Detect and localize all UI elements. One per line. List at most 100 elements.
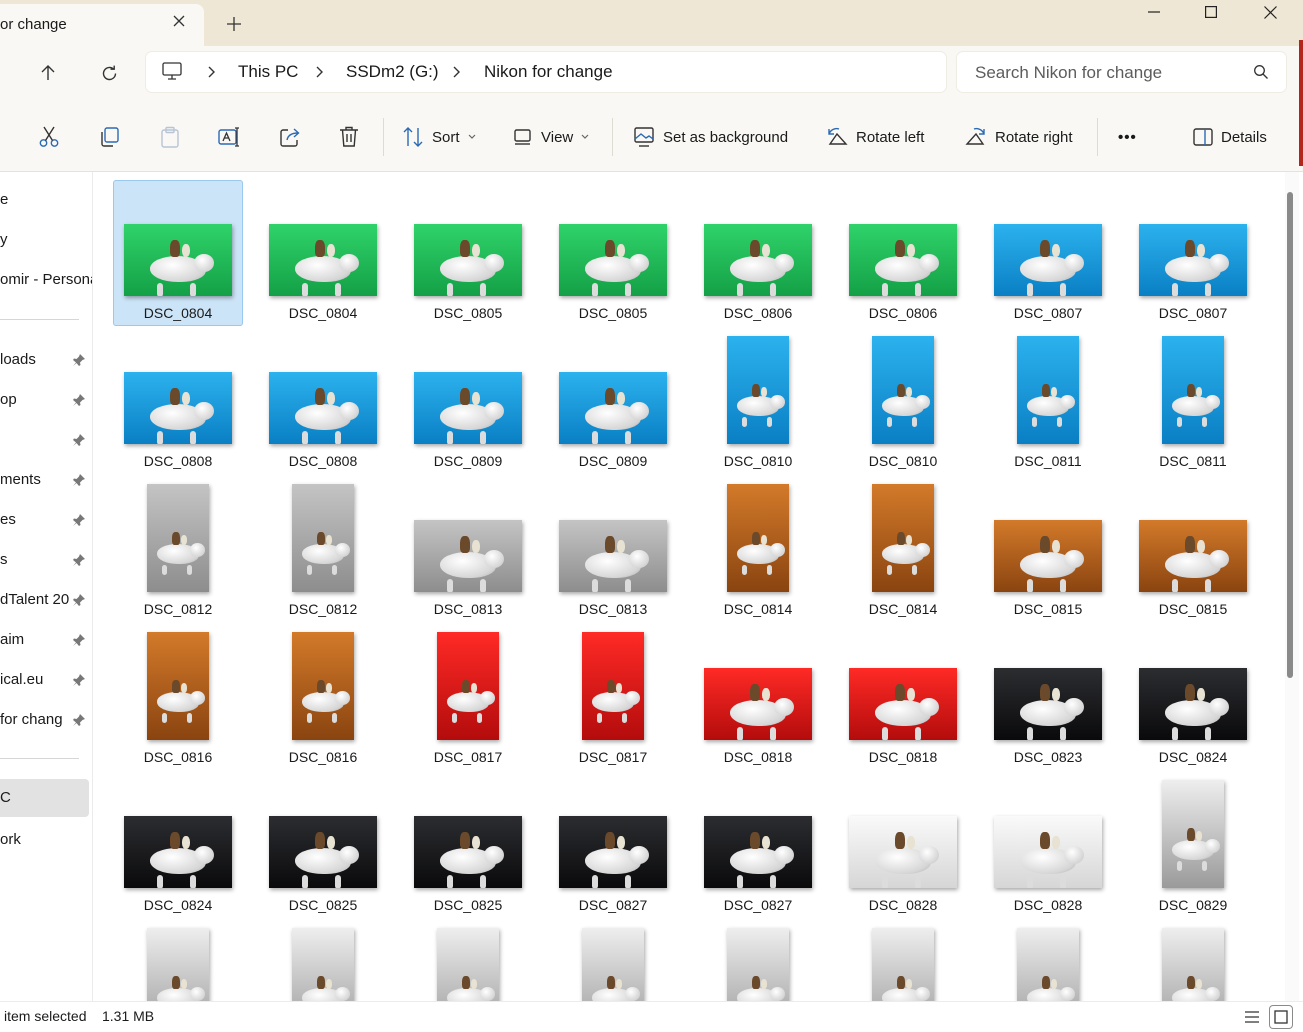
file-tile[interactable] [983, 920, 1113, 1001]
file-thumbnail[interactable] [872, 484, 934, 592]
file-tile[interactable] [693, 920, 823, 1001]
file-thumbnail[interactable] [704, 668, 812, 740]
search-box[interactable]: Search Nikon for change [957, 52, 1286, 92]
details-view-icon[interactable] [1241, 1006, 1263, 1028]
file-tile[interactable]: DSC_0804 [258, 180, 388, 326]
sidebar-item-network[interactable]: ork [0, 821, 89, 859]
sidebar-item-videos[interactable]: s [0, 541, 89, 579]
more-options-button[interactable]: ••• [1118, 120, 1137, 154]
search-icon[interactable] [1253, 64, 1271, 82]
file-thumbnail[interactable] [147, 632, 209, 740]
file-thumbnail[interactable] [559, 372, 667, 444]
details-button[interactable]: Details [1193, 120, 1267, 154]
file-tile[interactable]: DSC_0805 [403, 180, 533, 326]
large-icons-view-icon[interactable] [1270, 1006, 1292, 1028]
search-placeholder[interactable]: Search Nikon for change [975, 63, 1162, 83]
rotate-right-button[interactable]: Rotate right [965, 120, 1073, 154]
view-button[interactable]: View [513, 120, 589, 154]
file-tile[interactable]: DSC_0825 [258, 772, 388, 918]
file-tile[interactable]: DSC_0806 [693, 180, 823, 326]
file-thumbnail[interactable] [414, 520, 522, 592]
file-thumbnail[interactable] [147, 484, 209, 592]
scrollbar-thumb[interactable] [1287, 192, 1293, 678]
file-tile[interactable]: DSC_0804 [113, 180, 243, 326]
close-icon[interactable] [1241, 0, 1299, 24]
sidebar-item-ical[interactable]: ical.eu [0, 661, 89, 699]
file-thumbnail[interactable] [269, 816, 377, 888]
vertical-scrollbar[interactable] [1285, 172, 1299, 1001]
breadcrumb[interactable]: This PC SSDm2 (G:) Nikon for change [146, 52, 946, 92]
chevron-right-icon[interactable] [314, 64, 326, 80]
file-tile[interactable]: DSC_0827 [548, 772, 678, 918]
file-thumbnail[interactable] [1017, 928, 1079, 1001]
file-thumbnail[interactable] [124, 816, 232, 888]
file-thumbnail[interactable] [292, 928, 354, 1001]
maximize-icon[interactable] [1182, 0, 1240, 24]
file-tile[interactable]: DSC_0806 [838, 180, 968, 326]
pin-icon[interactable] [72, 393, 86, 407]
file-tile[interactable] [258, 920, 388, 1001]
sidebar-item-this-pc[interactable]: C [0, 779, 89, 817]
file-tile[interactable]: DSC_0814 [838, 476, 968, 622]
sort-button[interactable]: Sort [402, 120, 476, 154]
file-thumbnail[interactable] [414, 224, 522, 296]
file-tile[interactable]: DSC_0815 [1128, 476, 1258, 622]
file-thumbnail[interactable] [1017, 336, 1079, 444]
file-thumbnail[interactable] [994, 224, 1102, 296]
pin-icon[interactable] [72, 713, 86, 727]
file-thumbnail[interactable] [292, 632, 354, 740]
file-thumbnail[interactable] [1162, 336, 1224, 444]
set-as-background-button[interactable]: Set as background [633, 120, 788, 154]
sidebar-item-desktop[interactable]: op [0, 381, 89, 419]
share-icon[interactable] [279, 120, 301, 154]
file-tile[interactable]: DSC_0828 [838, 772, 968, 918]
file-tile[interactable] [403, 920, 533, 1001]
file-thumbnail[interactable] [147, 928, 209, 1001]
sidebar-item-aim[interactable]: aim [0, 621, 89, 659]
file-tile[interactable]: DSC_0817 [548, 624, 678, 770]
file-tile[interactable]: DSC_0808 [113, 328, 243, 474]
file-grid[interactable]: DSC_0804 DSC_0804 DSC_0805 DSC_0805 DSC_0806… [93, 172, 1285, 1001]
refresh-icon[interactable] [93, 58, 125, 88]
file-tile[interactable] [838, 920, 968, 1001]
tab-close-icon[interactable] [168, 10, 190, 32]
file-thumbnail[interactable] [872, 928, 934, 1001]
file-tile[interactable] [113, 920, 243, 1001]
file-thumbnail[interactable] [1139, 668, 1247, 740]
sidebar-item-pinned[interactable] [0, 421, 89, 459]
chevron-right-icon[interactable] [451, 64, 463, 80]
file-thumbnail[interactable] [414, 372, 522, 444]
file-thumbnail[interactable] [559, 224, 667, 296]
file-tile[interactable]: DSC_0809 [403, 328, 533, 474]
file-thumbnail[interactable] [872, 336, 934, 444]
sidebar-item-pictures[interactable]: es [0, 501, 89, 539]
file-tile[interactable]: DSC_0824 [1128, 624, 1258, 770]
file-tile[interactable]: DSC_0810 [838, 328, 968, 474]
file-tile[interactable]: DSC_0811 [1128, 328, 1258, 474]
file-tile[interactable]: DSC_0817 [403, 624, 533, 770]
file-tile[interactable]: DSC_0813 [403, 476, 533, 622]
this-pc-icon[interactable] [162, 62, 182, 85]
file-tile[interactable]: DSC_0828 [983, 772, 1113, 918]
file-thumbnail[interactable] [994, 520, 1102, 592]
file-tile[interactable]: DSC_0823 [983, 624, 1113, 770]
pin-icon[interactable] [72, 353, 86, 367]
minimize-icon[interactable] [1125, 0, 1183, 24]
pin-icon[interactable] [72, 433, 86, 447]
file-thumbnail[interactable] [124, 224, 232, 296]
file-thumbnail[interactable] [849, 816, 957, 888]
file-thumbnail[interactable] [727, 484, 789, 592]
file-tile[interactable]: DSC_0812 [113, 476, 243, 622]
file-thumbnail[interactable] [849, 668, 957, 740]
file-thumbnail[interactable] [269, 224, 377, 296]
file-tile[interactable]: DSC_0818 [693, 624, 823, 770]
sidebar-item-home[interactable]: e [0, 181, 89, 219]
file-tile[interactable]: DSC_0814 [693, 476, 823, 622]
pin-icon[interactable] [72, 553, 86, 567]
file-thumbnail[interactable] [437, 632, 499, 740]
cut-icon[interactable] [38, 120, 60, 154]
file-tile[interactable]: DSC_0818 [838, 624, 968, 770]
file-thumbnail[interactable] [559, 520, 667, 592]
delete-icon[interactable] [339, 120, 359, 154]
file-thumbnail[interactable] [582, 632, 644, 740]
